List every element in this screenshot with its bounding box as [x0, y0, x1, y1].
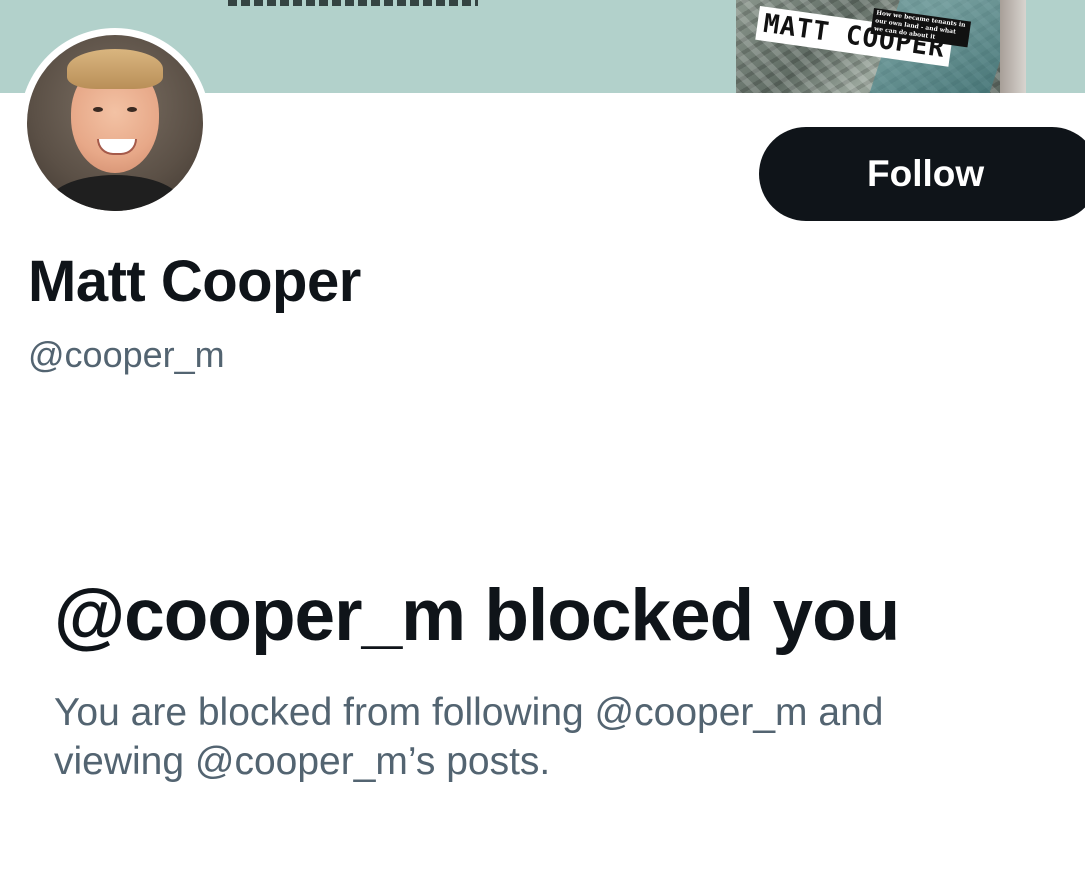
avatar-eye-right	[127, 107, 137, 112]
book-spine	[1000, 0, 1026, 93]
profile-handle: @cooper_m	[28, 334, 225, 375]
avatar-eye-left	[93, 107, 103, 112]
profile-page: MATT COOPER How we became tenants in our…	[0, 0, 1085, 888]
avatar-shirt	[47, 175, 183, 211]
avatar[interactable]	[20, 28, 210, 218]
avatar-hair	[67, 49, 163, 89]
blocked-title: @cooper_m blocked you	[54, 575, 900, 656]
banner-cropped-text	[228, 0, 478, 6]
avatar-photo	[27, 35, 203, 211]
profile-display-name: Matt Cooper	[28, 249, 361, 314]
blocked-message: You are blocked from following @cooper_m…	[54, 691, 884, 783]
follow-button[interactable]: Follow	[759, 127, 1085, 221]
